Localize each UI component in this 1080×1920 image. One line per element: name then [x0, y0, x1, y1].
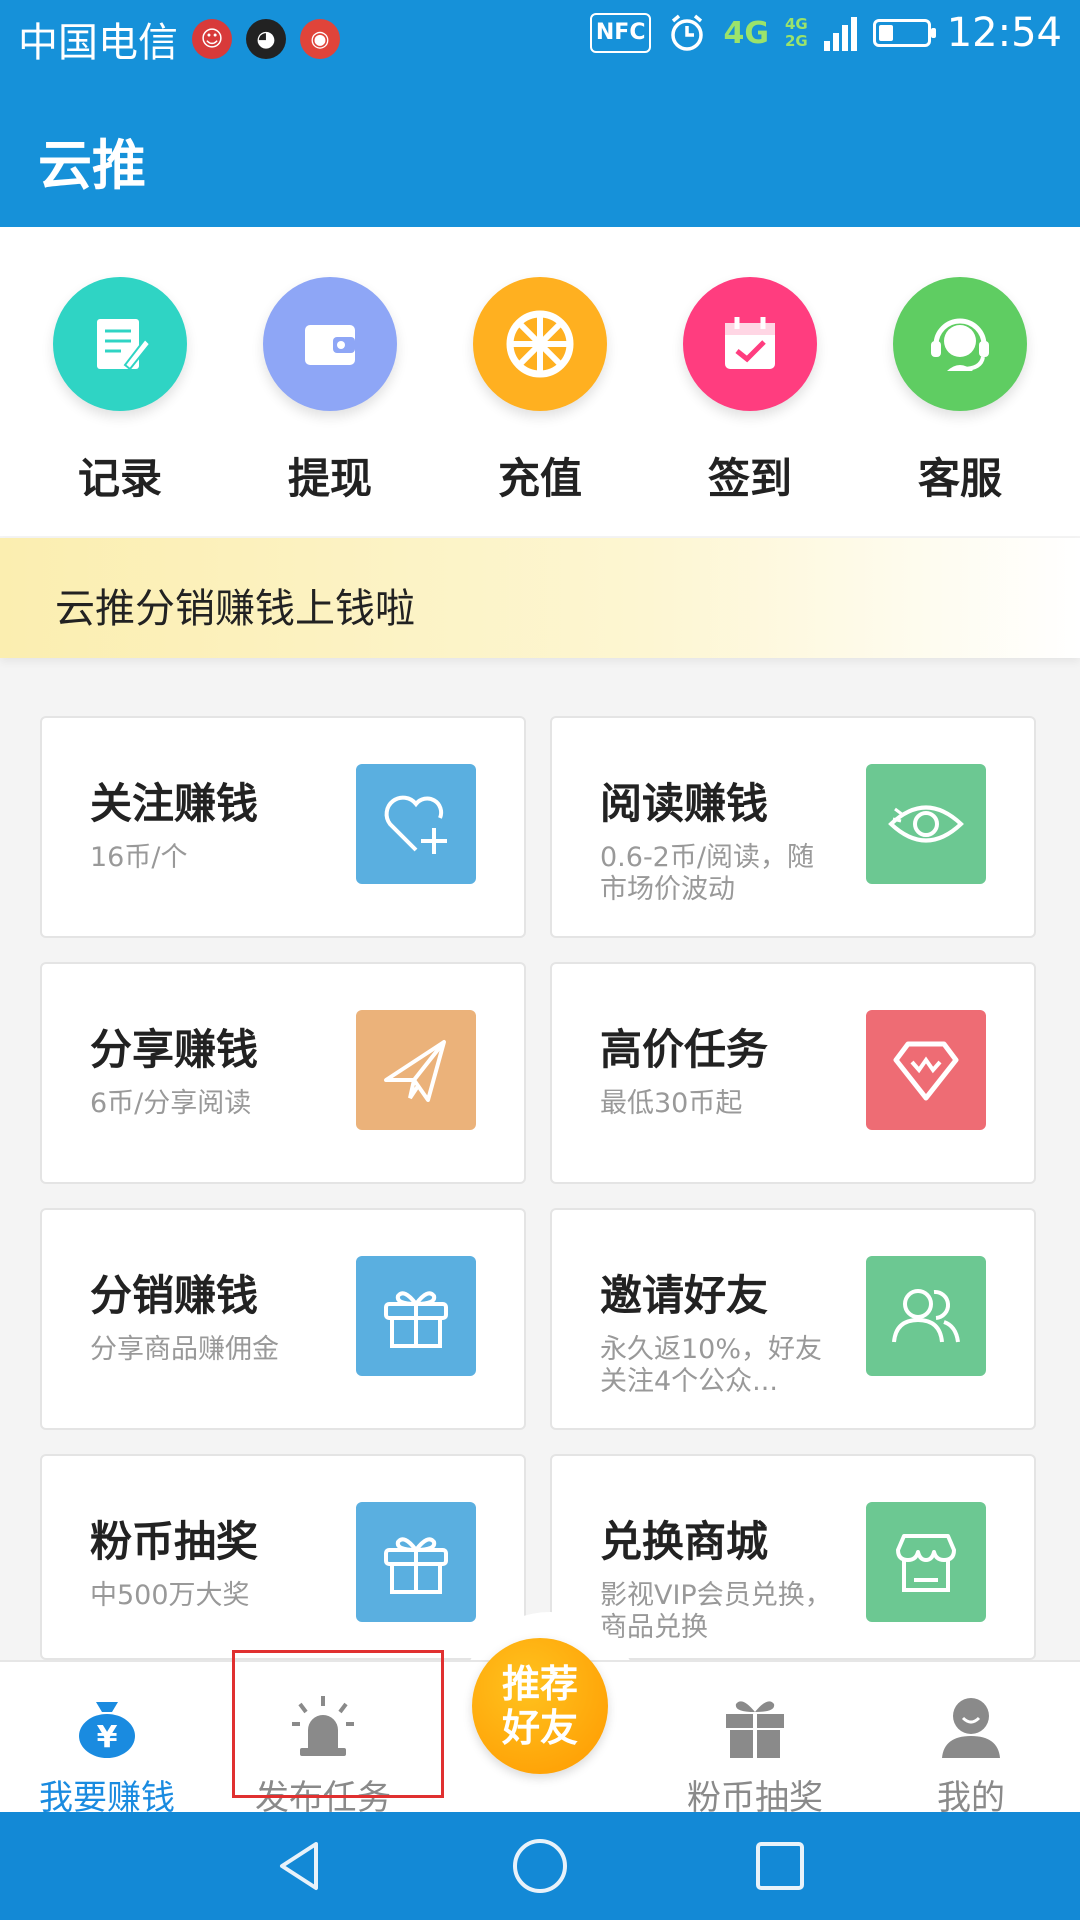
quick-action-label: 客服: [917, 454, 1002, 503]
task-title: 邀请好友: [600, 1271, 769, 1320]
store-icon: [866, 1502, 986, 1622]
user-icon: [936, 1692, 1006, 1762]
alarm-icon: [671, 14, 704, 51]
announcement-text: 云推分销赚钱上钱啦: [55, 586, 415, 632]
quick-action-label: 记录: [77, 454, 162, 503]
task-subtitle: 6币/分享阅读: [90, 1088, 252, 1119]
task-title: 分享赚钱: [90, 1025, 259, 1074]
system-navigation-bar: [0, 1812, 1080, 1920]
nav-me[interactable]: 我的: [866, 1662, 1076, 1818]
users-icon: [866, 1256, 986, 1376]
fab-label: 推荐好友: [501, 1662, 578, 1750]
quick-action-withdraw[interactable]: 提现: [240, 277, 420, 506]
carrier-name: 中国电信: [18, 20, 178, 66]
task-title: 关注赚钱: [90, 779, 259, 828]
signal-icon: [823, 15, 857, 51]
recents-icon[interactable]: [748, 1834, 812, 1898]
money-bag-icon: ¥: [72, 1692, 142, 1762]
task-card-distribution[interactable]: 分销赚钱 分享商品赚佣金: [40, 1208, 526, 1430]
app-bar: 云推: [0, 75, 1080, 227]
gift-icon: [356, 1502, 476, 1622]
task-subtitle: 影视VIP会员兑换，商品兑换: [600, 1580, 832, 1643]
diamond-icon: [866, 1010, 986, 1130]
paper-plane-icon: [356, 1010, 476, 1130]
nav-lottery[interactable]: 粉币抽奖: [650, 1662, 860, 1818]
network-type: 4G: [723, 15, 769, 51]
quick-action-support[interactable]: 客服: [870, 277, 1050, 506]
task-card-share[interactable]: 分享赚钱 6币/分享阅读: [40, 962, 526, 1184]
task-subtitle: 分享商品赚佣金: [90, 1334, 279, 1365]
task-subtitle: 最低30币起: [600, 1088, 743, 1119]
quick-action-recharge[interactable]: 充值: [450, 277, 630, 506]
quick-action-label: 充值: [497, 454, 582, 503]
task-subtitle: 16币/个: [90, 842, 188, 873]
announcement-banner[interactable]: 云推分销赚钱上钱啦: [0, 538, 1080, 658]
task-subtitle: 中500万大奖: [90, 1580, 250, 1611]
back-icon[interactable]: [268, 1834, 332, 1898]
gift-icon: [356, 1256, 476, 1376]
nfc-icon: NFC: [589, 13, 652, 53]
quick-action-checkin[interactable]: 签到: [660, 277, 840, 506]
eye-icon: [866, 764, 986, 884]
task-card-read[interactable]: 阅读赚钱 0.6-2币/阅读，随市场价波动: [550, 716, 1036, 938]
wallet-icon: [263, 277, 397, 411]
task-title: 粉币抽奖: [90, 1517, 259, 1566]
recommend-friends-button[interactable]: 推荐好友: [472, 1638, 608, 1774]
gift-icon: [720, 1692, 790, 1762]
home-icon[interactable]: [508, 1834, 572, 1898]
task-card-follow[interactable]: 关注赚钱 16币/个: [40, 716, 526, 938]
heart-plus-icon: [356, 764, 476, 884]
status-bar: 中国电信 ☺ ◕ ◉ NFC 4G 4G 2G 12:54: [0, 0, 1080, 75]
quick-action-label: 提现: [287, 454, 372, 503]
task-title: 分销赚钱: [90, 1271, 259, 1320]
task-card-mall[interactable]: 兑换商城 影视VIP会员兑换，商品兑换: [550, 1454, 1036, 1660]
svg-text:¥: ¥: [97, 1720, 118, 1755]
task-title: 阅读赚钱: [600, 779, 769, 828]
notepad-pen-icon: [53, 277, 187, 411]
task-title: 高价任务: [600, 1025, 769, 1074]
wheel-icon: [473, 277, 607, 411]
headset-icon: [893, 277, 1027, 411]
clock: 12:54: [946, 10, 1062, 56]
page-title: 云推: [38, 134, 146, 197]
quick-action-label: 签到: [707, 454, 792, 503]
nav-earn[interactable]: ¥ 我要赚钱: [2, 1662, 212, 1818]
calendar-check-icon: [683, 277, 817, 411]
task-subtitle: 0.6-2币/阅读，随市场价波动: [600, 842, 814, 905]
task-card-premium[interactable]: 高价任务 最低30币起: [550, 962, 1036, 1184]
notification-app-icon: ☺: [192, 19, 232, 59]
selection-highlight-box: [232, 1650, 444, 1798]
task-card-lottery[interactable]: 粉币抽奖 中500万大奖: [40, 1454, 526, 1660]
task-subtitle: 永久返10%，好友关注4个公众...: [600, 1334, 823, 1397]
battery-icon: [872, 19, 936, 47]
task-card-invite[interactable]: 邀请好友 永久返10%，好友关注4个公众...: [550, 1208, 1036, 1430]
quick-actions: 记录 提现 充值 签到 客服: [0, 227, 1080, 536]
quick-action-record[interactable]: 记录: [30, 277, 210, 506]
task-title: 兑换商城: [600, 1517, 769, 1566]
weibo-icon: ◉: [300, 19, 340, 59]
qq-icon: ◕: [246, 19, 286, 59]
dual-sim-indicator: 4G 2G: [784, 15, 808, 50]
